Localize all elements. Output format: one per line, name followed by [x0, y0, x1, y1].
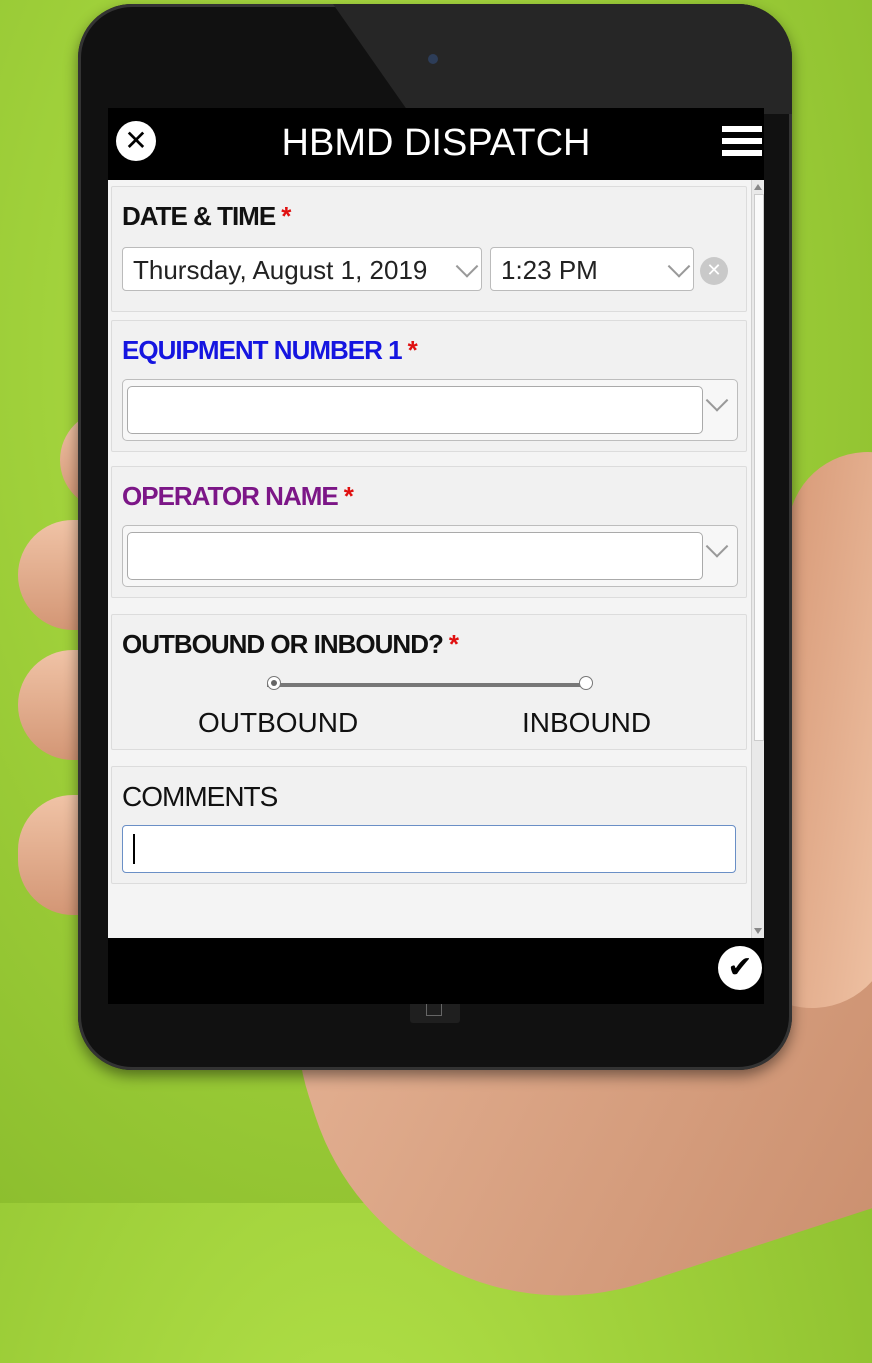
operator-section: OPERATOR NAME * — [111, 466, 747, 598]
comments-input[interactable] — [122, 825, 736, 873]
scroll-thumb[interactable] — [754, 194, 764, 741]
scroll-down-icon[interactable] — [754, 928, 762, 934]
camera-icon — [428, 54, 438, 64]
chevron-down-icon — [455, 255, 479, 278]
chevron-down-icon[interactable] — [705, 535, 729, 558]
equipment-label: EQUIPMENT NUMBER 1 * — [122, 335, 418, 365]
time-select[interactable]: 1:23 PM — [490, 247, 694, 291]
vertical-scrollbar[interactable] — [751, 180, 764, 938]
direction-slider-track[interactable] — [267, 683, 585, 687]
inbound-option-label[interactable]: INBOUND — [522, 707, 651, 739]
submit-check-icon[interactable]: ✔ — [718, 946, 762, 990]
outbound-option-label[interactable]: OUTBOUND — [198, 707, 358, 739]
comments-section: COMMENTS — [111, 766, 747, 884]
chevron-down-icon — [667, 255, 691, 278]
app-screen: ✕ HBMD DISPATCH DATE & TIME * Thursday, A… — [108, 108, 764, 1004]
equipment-input[interactable] — [127, 386, 703, 434]
clear-icon[interactable]: ✕ — [700, 257, 728, 285]
inbound-radio-knob[interactable] — [579, 676, 593, 690]
operator-combobox[interactable] — [122, 525, 738, 587]
text-cursor — [133, 834, 135, 864]
date-time-section: DATE & TIME * Thursday, August 1, 2019 1:… — [111, 186, 747, 312]
direction-label: OUTBOUND OR INBOUND? * — [122, 629, 459, 659]
outbound-radio-knob[interactable] — [267, 676, 281, 690]
scroll-up-icon[interactable] — [754, 184, 762, 190]
equipment-combobox[interactable] — [122, 379, 738, 441]
equipment-section: EQUIPMENT NUMBER 1 * — [111, 320, 747, 452]
date-select[interactable]: Thursday, August 1, 2019 — [122, 247, 482, 291]
chevron-down-icon[interactable] — [705, 389, 729, 412]
operator-label: OPERATOR NAME * — [122, 481, 354, 511]
screen-glare — [325, 4, 792, 114]
operator-input[interactable] — [127, 532, 703, 580]
hamburger-menu-icon[interactable] — [722, 126, 762, 162]
time-value: 1:23 PM — [501, 255, 598, 285]
app-footer: ✔ — [108, 938, 764, 1004]
comments-label: COMMENTS — [122, 781, 278, 812]
date-value: Thursday, August 1, 2019 — [133, 255, 428, 285]
app-title: HBMD DISPATCH — [281, 122, 591, 164]
direction-section: OUTBOUND OR INBOUND? * OUTBOUND INBOUND — [111, 614, 747, 750]
date-time-label: DATE & TIME * — [122, 201, 291, 231]
form-content: DATE & TIME * Thursday, August 1, 2019 1:… — [108, 180, 764, 938]
app-header: ✕ HBMD DISPATCH — [108, 108, 764, 180]
